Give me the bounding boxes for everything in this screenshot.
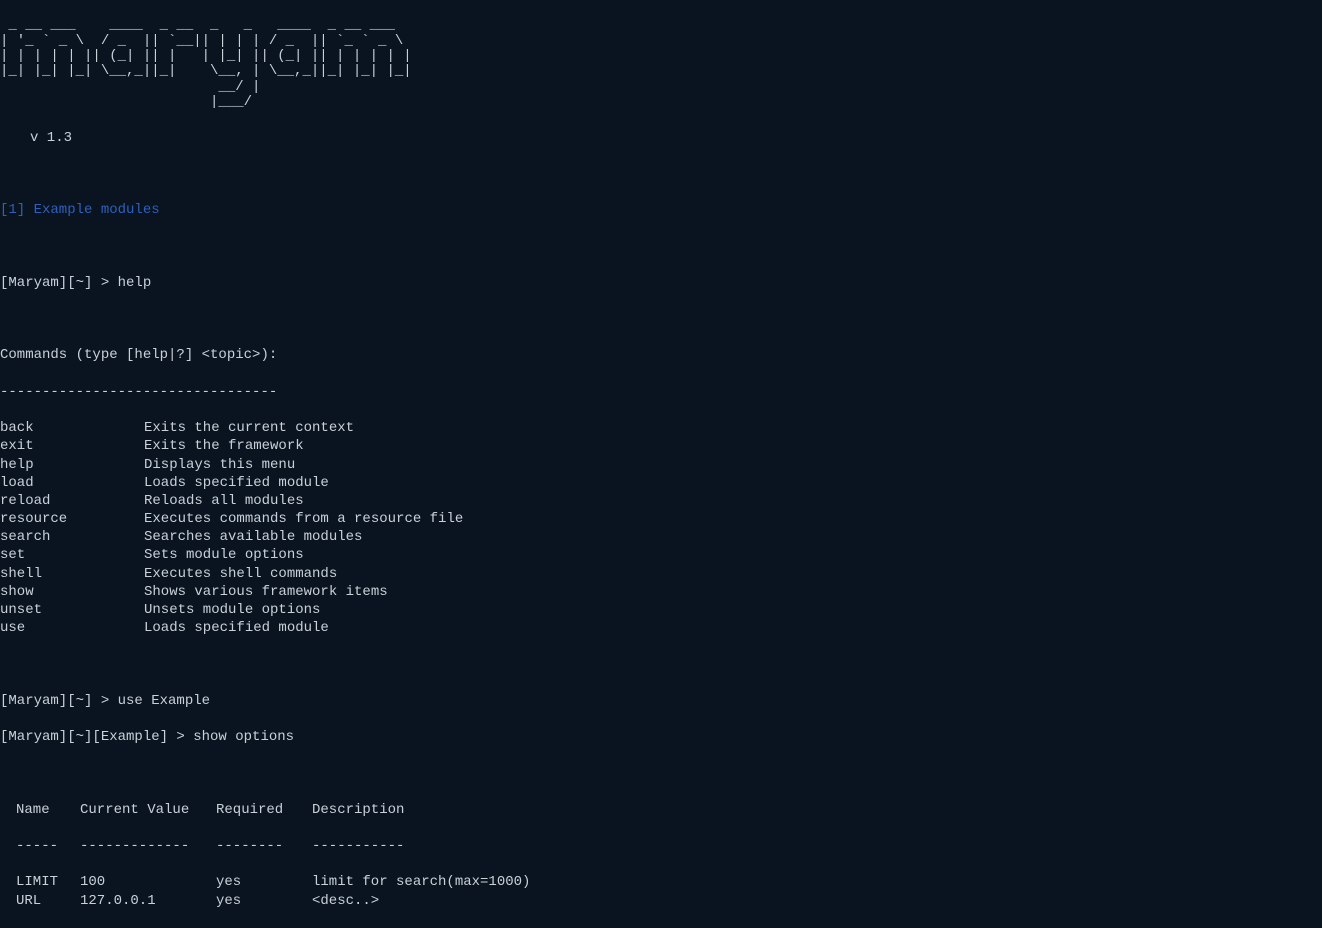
command-name: exit [0,437,144,455]
opt-header-desc: Description [312,801,404,819]
module-count-line: [1] Example modules [0,201,1322,219]
opt-header-value: Current Value [80,801,216,819]
command-row: showShows various framework items [0,583,1322,601]
command-desc: Loads specified module [144,619,329,637]
command-desc: Exits the framework [144,437,304,455]
help-header: Commands (type [help|?] <topic>): [0,346,1322,364]
command-name: use [0,619,144,637]
command-row: exitExits the framework [0,437,1322,455]
option-row: LIMIT100yeslimit for search(max=1000) [0,873,1322,891]
option-desc: <desc..> [312,892,379,910]
command-row: searchSearches available modules [0,528,1322,546]
command-desc: Sets module options [144,546,304,564]
command-row: shellExecutes shell commands [0,565,1322,583]
command-name: load [0,474,144,492]
options-divider-row: ----- ------------- -------- ----------- [0,837,1322,855]
command-row: reloadReloads all modules [0,492,1322,510]
command-desc: Unsets module options [144,601,320,619]
command-name: show [0,583,144,601]
command-name: set [0,546,144,564]
option-value: 100 [80,873,216,891]
terminal-output[interactable]: _ __ ___ ____ _ __ _ _ ____ _ __ ___ | '… [0,0,1322,928]
command-row: backExits the current context [0,419,1322,437]
command-row: setSets module options [0,546,1322,564]
prompt-show-options: [Maryam][~][Example] > show options [0,728,1322,746]
prompt-help: [Maryam][~] > help [0,274,1322,292]
prompt-use: [Maryam][~] > use Example [0,692,1322,710]
command-desc: Shows various framework items [144,583,388,601]
option-required: yes [216,873,312,891]
command-row: resourceExecutes commands from a resourc… [0,510,1322,528]
command-row: helpDisplays this menu [0,456,1322,474]
option-name: LIMIT [16,873,80,891]
option-desc: limit for search(max=1000) [312,873,530,891]
command-name: search [0,528,144,546]
command-desc: Loads specified module [144,474,329,492]
option-name: URL [16,892,80,910]
command-desc: Exits the current context [144,419,354,437]
opt-header-name: Name [16,801,80,819]
command-desc: Executes commands from a resource file [144,510,463,528]
command-name: back [0,419,144,437]
version-text: v 1.3 [30,129,1322,147]
options-list: LIMIT100yeslimit for search(max=1000)URL… [0,873,1322,909]
option-value: 127.0.0.1 [80,892,216,910]
command-name: unset [0,601,144,619]
command-desc: Reloads all modules [144,492,304,510]
opt-header-required: Required [216,801,312,819]
ascii-banner: _ __ ___ ____ _ __ _ _ ____ _ __ ___ | '… [0,18,1322,110]
command-name: help [0,456,144,474]
command-name: resource [0,510,144,528]
option-required: yes [216,892,312,910]
command-desc: Searches available modules [144,528,362,546]
command-desc: Executes shell commands [144,565,337,583]
command-row: unsetUnsets module options [0,601,1322,619]
help-divider: --------------------------------- [0,383,1322,401]
command-desc: Displays this menu [144,456,295,474]
command-name: shell [0,565,144,583]
command-row: useLoads specified module [0,619,1322,637]
command-row: loadLoads specified module [0,474,1322,492]
options-header-row: Name Current Value Required Description [0,801,1322,819]
command-name: reload [0,492,144,510]
option-row: URL127.0.0.1yes<desc..> [0,892,1322,910]
